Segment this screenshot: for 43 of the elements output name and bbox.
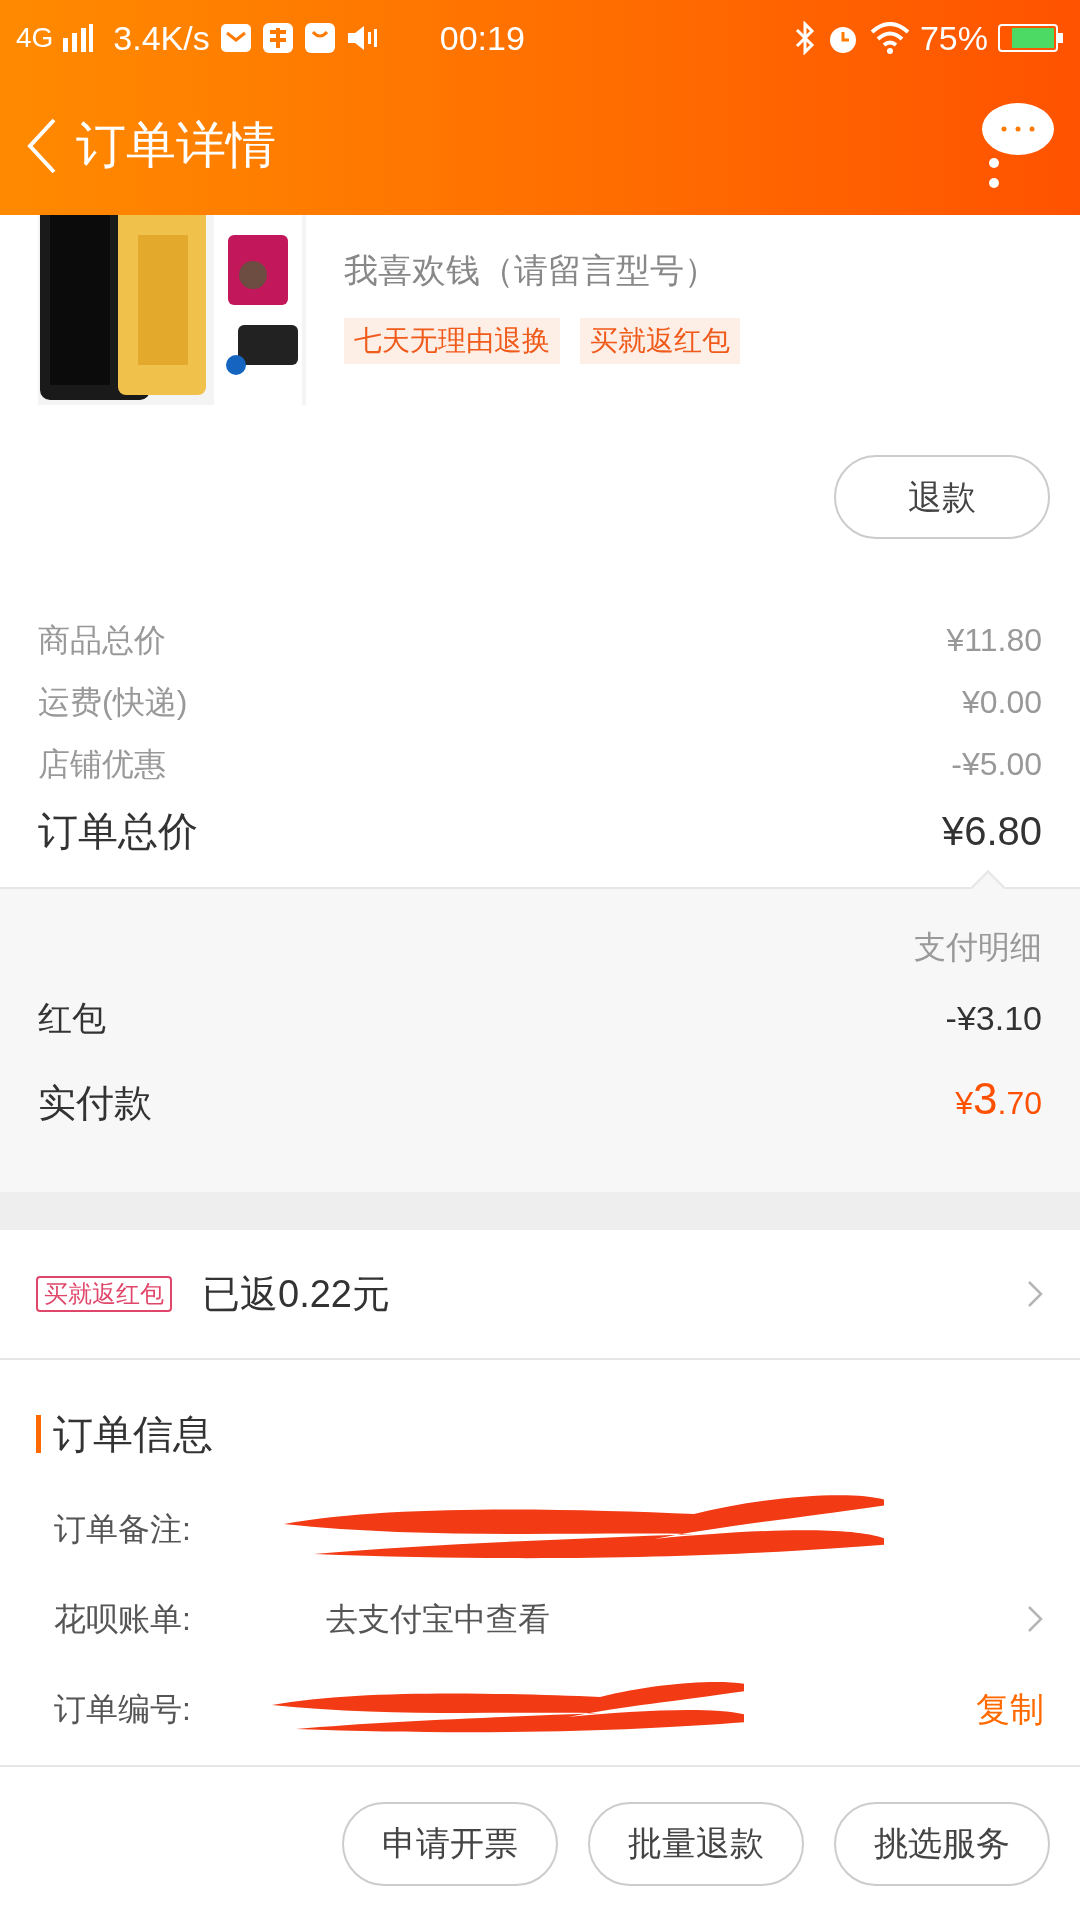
price-label: 商品总价 — [38, 621, 166, 660]
price-label: 店铺优惠 — [38, 745, 166, 784]
action-button[interactable]: 申请开票 — [342, 1801, 558, 1886]
battery-percent: 75% — [919, 17, 988, 59]
speaker-icon — [345, 23, 380, 53]
product-tag: 七天无理由退换 — [344, 318, 560, 364]
clock-time: 00:19 — [439, 17, 525, 59]
battery-icon — [998, 23, 1064, 53]
info-label: 订单备注: — [54, 1510, 192, 1549]
payment-value: -¥3.10 — [945, 998, 1042, 1039]
app-icon — [261, 22, 294, 54]
info-label: 花呗账单: — [54, 1600, 192, 1639]
mail-icon — [219, 23, 252, 53]
more-chat-icon[interactable] — [980, 100, 1056, 191]
page-title: 订单详情 — [76, 116, 276, 175]
chevron-right-icon — [1026, 1604, 1044, 1634]
price-label: 运费(快递) — [38, 683, 188, 722]
price-value: ¥11.80 — [946, 621, 1042, 660]
wifi-icon — [869, 22, 910, 54]
bluetooth-icon — [793, 21, 816, 55]
total-value: ¥6.80 — [941, 808, 1042, 855]
section-title: 订单信息 — [53, 1411, 213, 1458]
total-label: 订单总价 — [38, 808, 198, 855]
rebate-text: 已返0.22元 — [202, 1271, 390, 1317]
bag-icon — [303, 22, 336, 54]
refund-button[interactable]: 退款 — [834, 455, 1050, 539]
payment-label: 红包 — [38, 998, 106, 1039]
network-speed: 3.4K/s — [113, 17, 210, 59]
action-button[interactable]: 批量退款 — [588, 1801, 804, 1886]
payment-details-title: 支付明细 — [914, 928, 1042, 967]
product-spec: 我喜欢钱（请留言型号） — [344, 250, 719, 291]
paid-label: 实付款 — [38, 1081, 152, 1126]
network-type: 4G — [16, 21, 54, 55]
alipay-link[interactable]: 去支付宝中查看 — [326, 1595, 550, 1643]
action-button[interactable]: 挑选服务 — [834, 1801, 1050, 1886]
product-tag: 买就返红包 — [580, 318, 740, 364]
paid-amount: ¥3.70 — [955, 1073, 1042, 1125]
rebate-badge: 买就返红包 — [36, 1276, 172, 1312]
info-label: 订单编号: — [54, 1690, 192, 1729]
price-value: ¥0.00 — [961, 683, 1042, 722]
price-value: -¥5.00 — [951, 745, 1042, 784]
signal-icon — [63, 24, 94, 52]
chevron-right-icon — [1026, 1279, 1044, 1309]
